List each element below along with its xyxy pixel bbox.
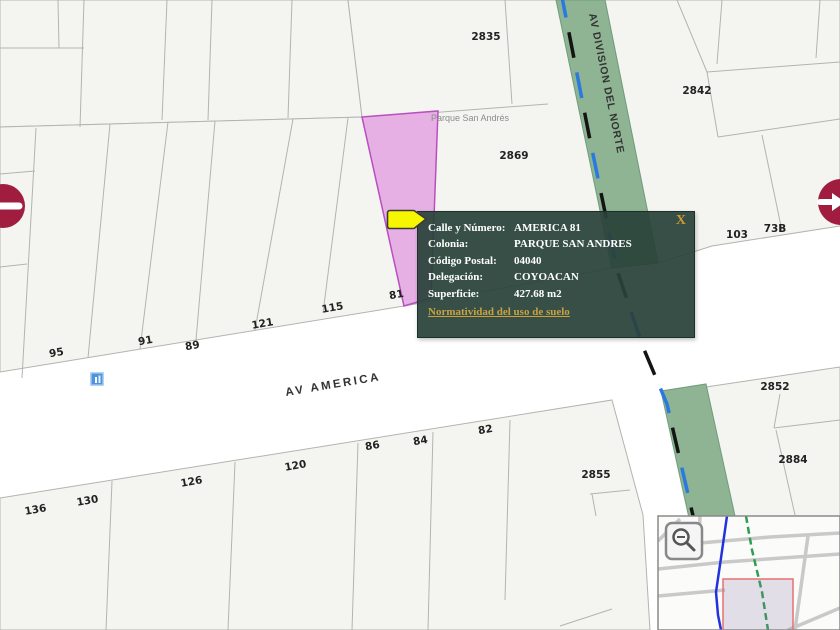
block-number: 2852: [760, 381, 789, 393]
field-value: AMERICA 81: [514, 222, 581, 234]
field-value: COYOACAN: [514, 271, 579, 284]
block-number: 2842: [682, 85, 711, 97]
popup-field-row: Colonia: PARQUE SAN ANDRES: [428, 236, 686, 252]
field-label: Calle y Número:: [428, 222, 506, 234]
house-number: 95: [48, 346, 64, 360]
popup-field-row: Superficie: 427.68 m2: [428, 286, 686, 302]
popup-field-row: Delegación: COYOACAN: [428, 269, 686, 285]
block-number: 2855: [581, 469, 610, 481]
field-label: Código Postal:: [428, 254, 497, 267]
block-number: 2869: [499, 150, 528, 162]
block-number: 2884: [778, 454, 807, 466]
house-number: 81: [388, 288, 404, 302]
house-number: 89: [184, 339, 200, 353]
house-number: 82: [477, 423, 493, 437]
block-number: 103: [726, 229, 748, 241]
map-viewer: AV DIVISION DEL NORTE AV AMERICA Parque …: [0, 0, 840, 630]
house-number: 84: [412, 434, 428, 448]
popup-close-button[interactable]: X: [676, 214, 686, 228]
minimap-zoom-out-button[interactable]: [664, 521, 704, 561]
field-value: PARQUE SAN ANDRES: [514, 238, 632, 251]
area-label-parque-san-andres: Parque San Andrés: [431, 113, 510, 123]
blue-square-poi-icon[interactable]: [90, 372, 104, 386]
parcel-info-popup: X Calle y Número: AMERICA 81 Colonia: PA…: [417, 211, 695, 338]
field-label: Delegación:: [428, 271, 483, 284]
normatividad-link[interactable]: Normatividad del uso de suelo: [428, 306, 570, 318]
field-value: 04040: [514, 254, 542, 267]
house-number: 91: [137, 334, 153, 348]
minimap-viewport-rect[interactable]: [722, 578, 794, 630]
block-number: 73B: [764, 223, 787, 235]
field-value: 427.68 m2: [514, 287, 562, 300]
block-top-left[interactable]: [0, 0, 363, 128]
field-label: Superficie:: [428, 287, 480, 300]
yellow-tag-icon[interactable]: [386, 208, 430, 231]
block-number: 2835: [471, 31, 500, 43]
house-number: 86: [364, 439, 380, 453]
field-label: Colonia:: [428, 238, 469, 251]
popup-field-row: Código Postal: 04040: [428, 253, 686, 269]
minimap[interactable]: [657, 515, 840, 630]
popup-field-row: Calle y Número: AMERICA 81: [428, 220, 686, 236]
